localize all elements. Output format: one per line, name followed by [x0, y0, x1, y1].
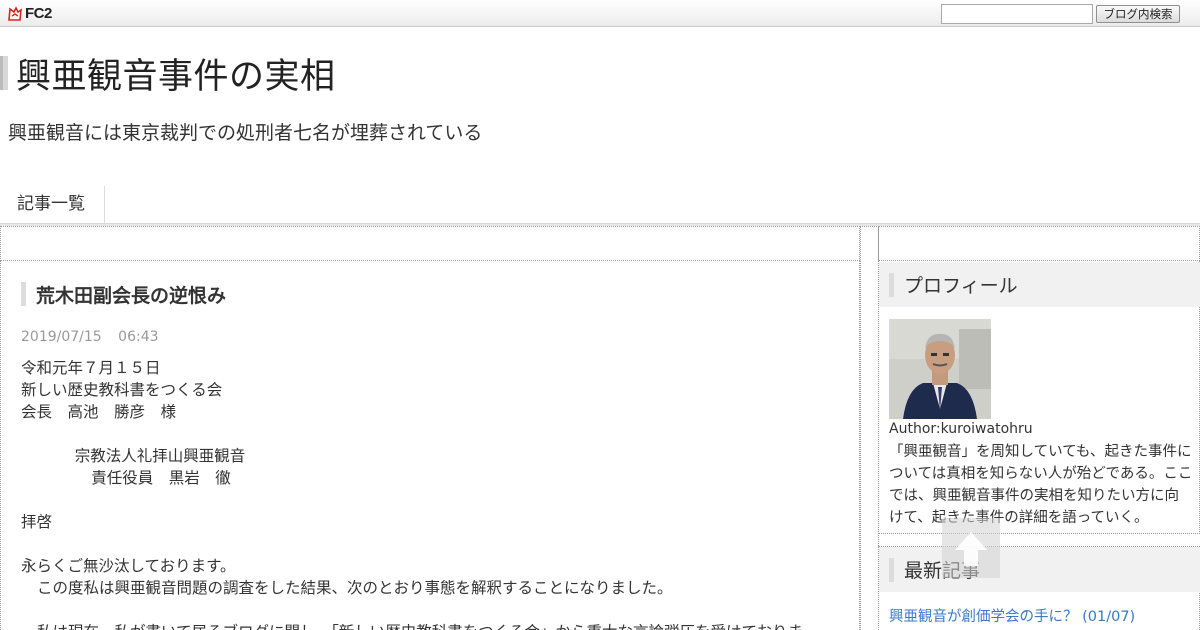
author-avatar — [889, 319, 991, 419]
entry-line: 永らくご無沙汰しております。 — [21, 557, 236, 575]
site-title[interactable]: 興亜観音事件の実相 — [16, 48, 336, 99]
entry-date: 2019/07/15 — [21, 329, 102, 345]
entry-header: 荒木田副会長の逆恨み — [21, 281, 226, 307]
entry-line: 拝啓 — [21, 513, 53, 531]
profile-heading-label: プロフィール — [904, 275, 1018, 297]
entry-title[interactable]: 荒木田副会長の逆恨み — [36, 281, 226, 308]
entry-time: 06:43 — [118, 329, 159, 345]
arrow-up-icon — [955, 532, 987, 566]
heading-accent-bar — [889, 272, 894, 297]
global-nav: 記事一覧 — [0, 186, 1200, 226]
site-description: 興亜観音には東京裁判での処刑者七名が埋葬されている — [8, 122, 483, 144]
side-top-strip — [878, 226, 1200, 261]
main-top-strip — [0, 226, 860, 261]
entry-accent-bar — [21, 282, 26, 306]
column-gap — [860, 226, 879, 630]
blog-search-input[interactable] — [941, 4, 1093, 24]
nav-item-article-list[interactable]: 記事一覧 — [0, 186, 105, 223]
entry-line: この度私は興亜観音問題の調査をした結果、次のとおり事態を解釈することになりました… — [37, 579, 673, 597]
scroll-to-top-button[interactable] — [942, 518, 1000, 578]
entry-line: 新しい歴史教科書をつくる会 — [21, 381, 223, 399]
author-name: Author:kuroiwatohru — [889, 421, 1033, 437]
title-accent-bar — [0, 56, 8, 90]
entry-line: 私は現在、私が書いて居るブログに関し、「新しい歴史教科書をつくる会」から重大な言… — [21, 621, 841, 630]
fc2-fox-icon — [8, 5, 22, 21]
fc2-toolbar: FC2 ブログ内検索 — [0, 0, 1200, 27]
latest-heading: 最新記事 — [879, 547, 1200, 592]
profile-heading: プロフィール — [879, 262, 1200, 307]
blog-search-button[interactable]: ブログ内検索 — [1096, 5, 1180, 23]
fc2-logo[interactable]: FC2 — [7, 5, 52, 22]
entry-sender-org: 宗教法人礼拝山興亜観音 — [74, 447, 246, 465]
entry-datetime: 2019/07/15 06:43 — [21, 329, 159, 345]
heading-accent-bar — [889, 557, 894, 582]
fc2-logo-text: FC2 — [25, 5, 52, 22]
profile-description: 「興亜観音」を周知していても、起きた事件については真相を知らない人が殆どである。… — [889, 444, 1193, 526]
site-header: 興亜観音事件の実相 — [0, 48, 336, 99]
latest-article-link[interactable]: 興亜観音が創価学会の手に？ (01/07) — [889, 605, 1135, 626]
entry-sender-name: 責任役員 黒岩 徹 — [91, 469, 231, 487]
avatar-photo — [889, 319, 991, 419]
entry-line: 令和元年７月１５日 — [21, 359, 161, 377]
entry-line: 会長 高池 勝彦 様 — [21, 403, 177, 421]
entry-body: 令和元年７月１５日 新しい歴史教科書をつくる会 会長 高池 勝彦 様 宗教法人礼… — [21, 357, 841, 630]
